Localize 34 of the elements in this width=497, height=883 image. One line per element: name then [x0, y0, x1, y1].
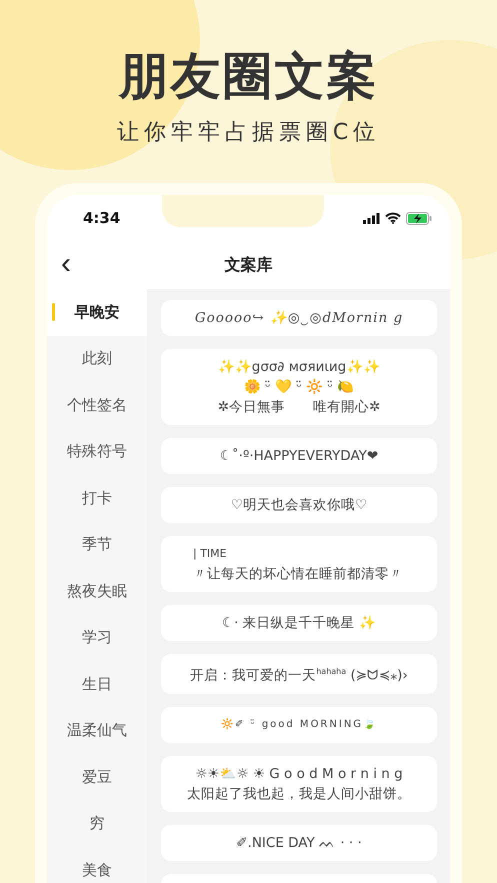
caption-text: ✲今日無事 唯有開心✲ — [218, 398, 380, 416]
page-title: 文案库 — [224, 254, 272, 276]
signal-icon — [363, 212, 380, 224]
caption-text: ☼☀⛅☼ ☀ G o o d M o r n i n g — [195, 764, 403, 782]
caption-card[interactable]: ♡明天也会喜欢你哦♡ — [161, 487, 437, 523]
caption-text: 〃让每天的坏心情在睡前都清零〃 — [193, 565, 403, 583]
caption-text: ♡明天也会喜欢你哦♡ — [230, 496, 368, 514]
promo-title: 朋友圈文案 — [118, 46, 378, 107]
status-time: 4:34 — [83, 209, 120, 227]
caption-text: ☾· 来日纵是千千晚星 ✨ — [222, 614, 376, 632]
back-button[interactable]: ‹ — [57, 249, 75, 279]
caption-text: ☾˚·º·HAPPYEVERYDAY❤ — [220, 447, 378, 465]
caption-card[interactable]: 🔆✐ ᵕ̈ good MORNING🍃 — [161, 706, 437, 742]
caption-card[interactable]: ☾· 来日纵是千千晚星 ✨ — [161, 605, 437, 641]
caption-text: 🔆✐ ᵕ̈ good MORNING🍃 — [220, 717, 378, 732]
caption-card[interactable]: | TIME 〃让每天的坏心情在睡前都清零〃 — [161, 536, 437, 592]
caption-card[interactable]: ✐.NICE DAY ᨓ · · · — [161, 824, 437, 860]
caption-card[interactable]: Gooooo↪ ✨◎‿◎dMornin g — [161, 300, 437, 336]
caption-card[interactable]: ☼☀⛅☼ ☀ G o o d M o r n i n g 太阳起了我也起，我是人间小甜饼。 — [161, 756, 437, 812]
caption-card[interactable]: 开启：我可爱的一天$^{hahaha}$ (≽ᗢ≼⁎)› — [161, 654, 437, 694]
caption-text: Gooooo↪ ✨◎‿◎dMornin g — [194, 309, 404, 327]
selection-indicator — [52, 303, 55, 321]
caption-text: ✨✨gσσ∂ мσяиιиg✨✨ — [218, 358, 380, 376]
caption-card[interactable]: ✨✨gσσ∂ мσяиιиg✨✨ 🌼 ᵕ̈ 💛 ᵕ̈ 🔆 ᵕ̈ 🍋 ✲今日無事 唯有開心✲ — [161, 349, 437, 425]
category-item[interactable]: 早晚安 — [47, 289, 147, 336]
battery-charging-icon — [406, 212, 432, 224]
wifi-icon — [385, 212, 401, 224]
caption-text: 开启：我可爱的一天$^{hahaha}$ (≽ᗢ≼⁎)› — [190, 666, 408, 684]
caption-text: 太阳起了我也起，我是人间小甜饼。 — [187, 784, 411, 802]
caption-text: ✐.NICE DAY ᨓ · · · — [236, 834, 362, 852]
caption-text: | TIME — [193, 546, 227, 562]
caption-text: 🌼 ᵕ̈ 💛 ᵕ̈ 🔆 ᵕ̈ 🍋 — [244, 378, 354, 396]
promo-subtitle: 让你牢牢占据票圈C位 — [116, 119, 380, 147]
caption-card[interactable]: ☾˚·º·HAPPYEVERYDAY❤ — [161, 438, 437, 474]
